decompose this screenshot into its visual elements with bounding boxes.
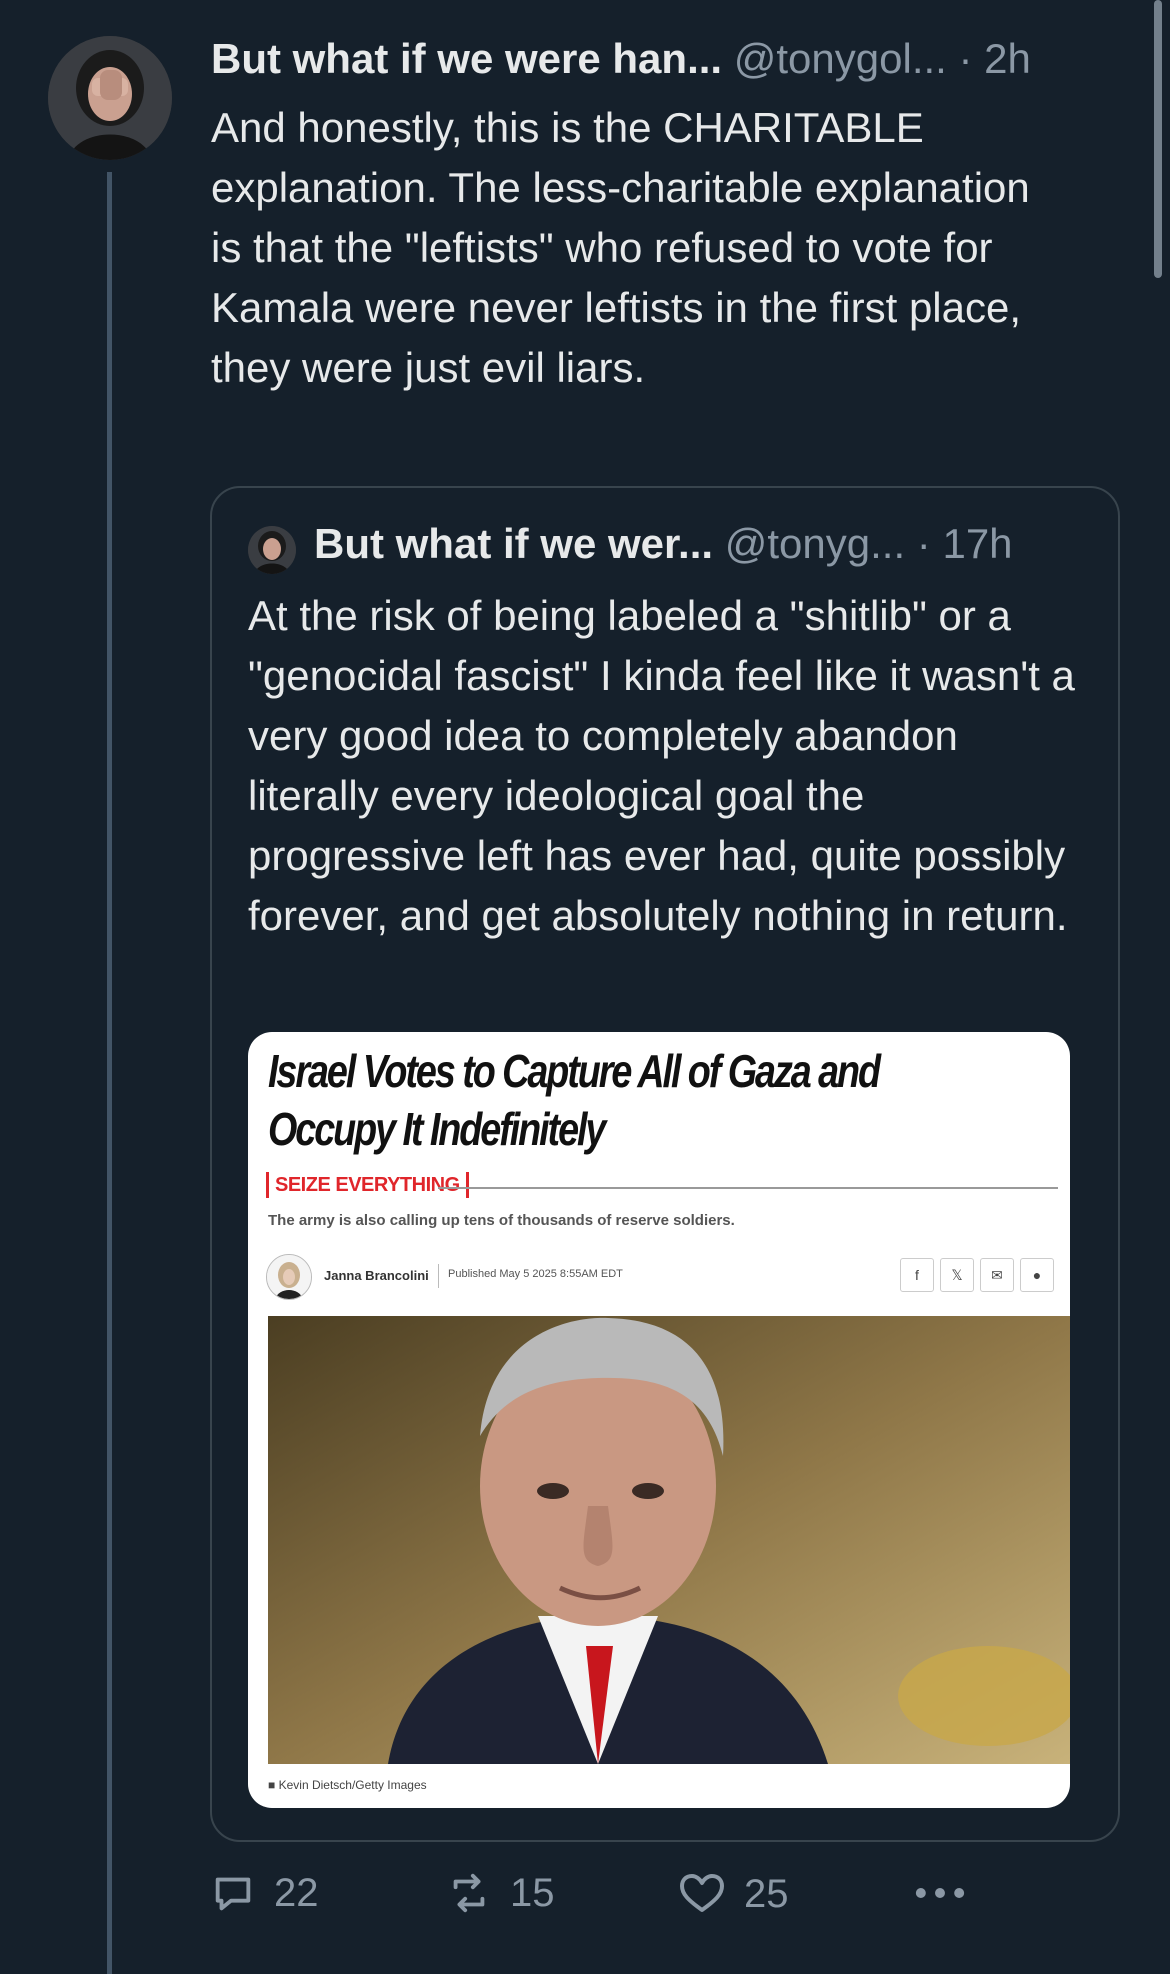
- heart-icon: [680, 1874, 724, 1912]
- retweet-count: 15: [510, 1870, 555, 1915]
- scrollbar[interactable]: [1154, 0, 1162, 278]
- quoted-author-name: But what if we wer...: [314, 520, 714, 567]
- tweet-actions: 22 15 25: [210, 1870, 1090, 1930]
- tweet-timestamp[interactable]: 2h: [984, 35, 1031, 82]
- divider: [438, 1187, 1058, 1189]
- quoted-tweet-card[interactable]: But what if we wer... @tonyg... · 17h At…: [210, 486, 1120, 1842]
- retweet-button[interactable]: 15: [446, 1870, 555, 1916]
- article-headline: Israel Votes to Capture All of Gaza and …: [268, 1045, 881, 1155]
- reddit-icon: ●: [1020, 1258, 1054, 1292]
- quoted-author-handle: @tonyg...: [724, 520, 906, 567]
- article-kicker: SEIZE EVERYTHING: [266, 1172, 469, 1198]
- thread-connector-line: [107, 172, 112, 1974]
- reply-icon: [215, 1877, 251, 1911]
- facebook-icon: f: [900, 1258, 934, 1292]
- like-count: 25: [744, 1871, 789, 1916]
- x-icon: 𝕏: [940, 1258, 974, 1292]
- reply-count: 22: [274, 1870, 319, 1915]
- article-screenshot-image[interactable]: Israel Votes to Capture All of Gaza and …: [248, 1032, 1070, 1808]
- author-handle[interactable]: @tonygol...: [734, 35, 947, 82]
- like-button[interactable]: 25: [678, 1870, 789, 1918]
- quoted-author-avatar: [248, 526, 296, 574]
- author-name[interactable]: But what if we were han...: [211, 35, 722, 82]
- author-avatar[interactable]: [48, 36, 172, 160]
- separator-dot: ·: [916, 520, 931, 567]
- separator-dot: ·: [958, 35, 973, 82]
- reply-button[interactable]: 22: [210, 1870, 319, 1916]
- article-photo: [268, 1316, 1070, 1764]
- divider: [438, 1264, 439, 1288]
- byline-author: Janna Brancolini: [324, 1268, 429, 1283]
- tweet-header: But what if we were han... @tonygol... ·…: [211, 30, 1122, 88]
- tweet-text: And honestly, this is the CHARITABLE exp…: [211, 104, 1030, 391]
- byline-avatar: [266, 1254, 312, 1300]
- more-options-button[interactable]: [910, 1870, 988, 1916]
- article-byline: Janna Brancolini Published May 5 2025 8:…: [266, 1254, 1058, 1300]
- quoted-tweet-timestamp: 17h: [942, 520, 1013, 567]
- quoted-tweet-header: But what if we wer... @tonyg... · 17h: [314, 516, 1088, 572]
- article-dek: The army is also calling up tens of thou…: [268, 1212, 735, 1229]
- retweet-icon: [453, 1873, 485, 1913]
- camera-icon: ■: [268, 1778, 279, 1792]
- more-icon: [915, 1888, 965, 1898]
- photo-credit: ■ Kevin Dietsch/Getty Images: [268, 1778, 427, 1792]
- byline-published: Published May 5 2025 8:55AM EDT: [448, 1268, 623, 1280]
- quoted-tweet-text: At the risk of being labeled a "shitlib"…: [248, 592, 1075, 939]
- email-icon: ✉: [980, 1258, 1014, 1292]
